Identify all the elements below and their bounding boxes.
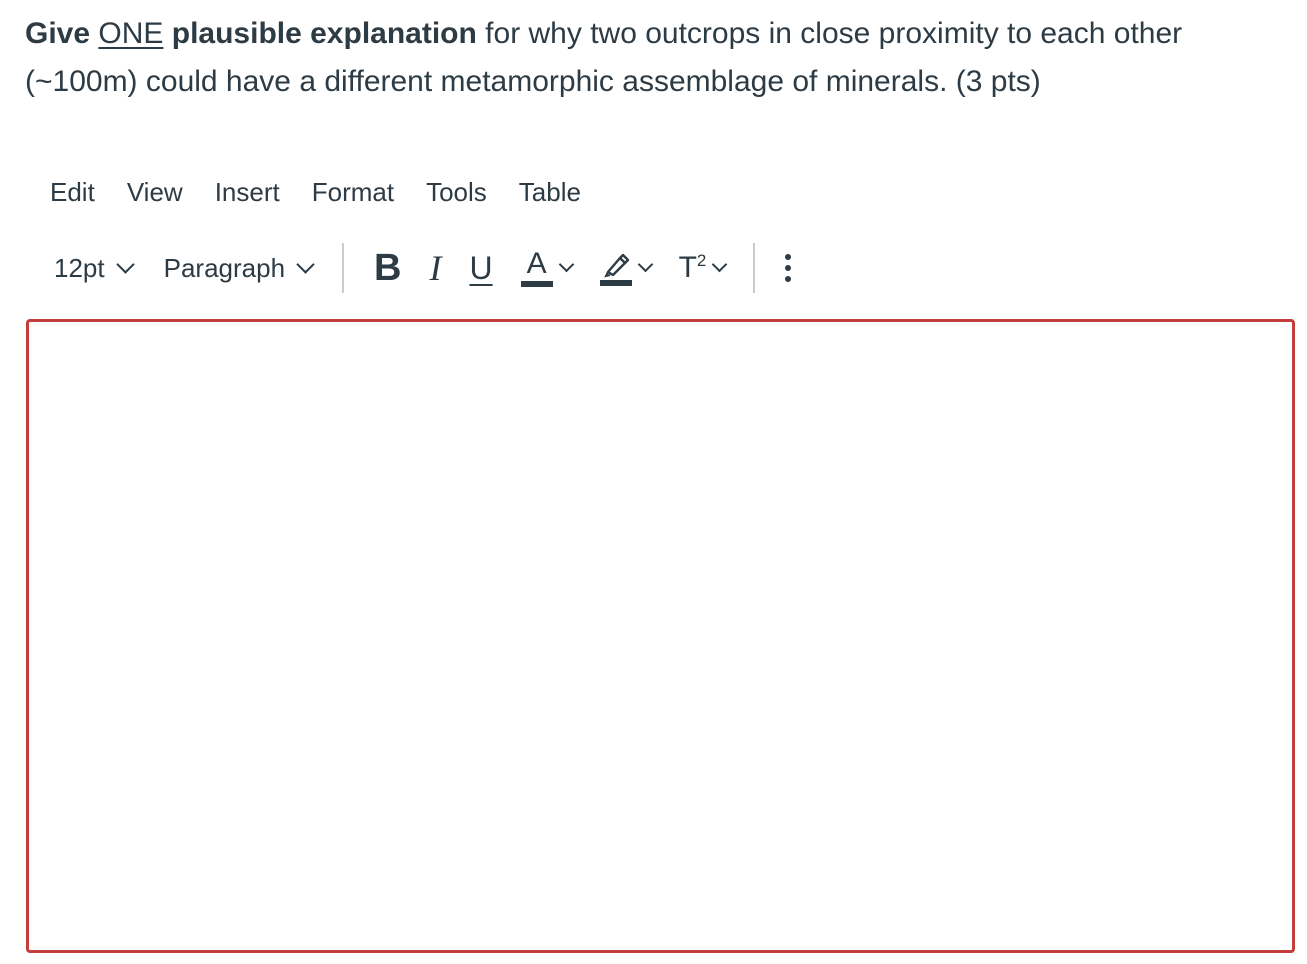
menu-insert[interactable]: Insert <box>199 170 296 214</box>
font-size-select[interactable]: 12pt <box>38 244 148 292</box>
block-format-value: Paragraph <box>163 252 286 283</box>
rich-text-editor-area[interactable] <box>26 319 1295 953</box>
question-give: Give <box>25 17 91 50</box>
superscript-button[interactable]: T2 <box>665 244 740 292</box>
toolbar-divider <box>753 243 756 293</box>
chevron-down-icon <box>712 256 728 272</box>
text-color-icon: A <box>520 247 553 287</box>
menu-table[interactable]: Table <box>503 170 597 214</box>
superscript-icon: T2 <box>679 251 707 285</box>
menu-format[interactable]: Format <box>296 170 410 214</box>
superscript-exp: 2 <box>696 251 707 270</box>
italic-button[interactable]: I <box>415 244 455 292</box>
font-size-value: 12pt <box>54 252 105 283</box>
text-color-letter: A <box>526 247 547 280</box>
vertical-dots-icon <box>785 254 792 282</box>
toolbar-divider <box>342 243 345 293</box>
highlighter-svg <box>603 253 629 278</box>
bold-button[interactable]: B <box>360 244 415 292</box>
highlight-color-swatch <box>599 280 632 286</box>
menu-tools[interactable]: Tools <box>410 170 503 214</box>
question-text: Give ONE plausible explanation for why t… <box>25 10 1285 106</box>
question-one: ONE <box>98 17 164 50</box>
chevron-down-icon <box>296 254 315 274</box>
menu-view[interactable]: View <box>111 170 199 214</box>
menu-edit[interactable]: Edit <box>34 170 111 214</box>
editor-toolbar: 12pt Paragraph B I U A T2 <box>38 240 805 296</box>
highlighter-pen-icon <box>599 250 632 286</box>
text-color-swatch <box>520 281 553 287</box>
highlight-color-button[interactable] <box>586 244 665 292</box>
chevron-down-icon <box>115 254 135 274</box>
chevron-down-icon <box>637 256 653 272</box>
question-emphasis: plausible explanation <box>171 17 477 50</box>
editor-menubar: Edit View Insert Format Tools Table <box>34 170 597 214</box>
block-format-select[interactable]: Paragraph <box>148 244 328 292</box>
superscript-base: T <box>678 251 697 284</box>
more-options-button[interactable] <box>771 244 805 292</box>
bold-icon: B <box>374 246 402 289</box>
underline-icon: U <box>469 249 493 286</box>
chevron-down-icon <box>558 256 574 272</box>
underline-button[interactable]: U <box>455 244 506 292</box>
text-color-button[interactable]: A <box>507 244 586 292</box>
italic-icon: I <box>429 248 442 288</box>
